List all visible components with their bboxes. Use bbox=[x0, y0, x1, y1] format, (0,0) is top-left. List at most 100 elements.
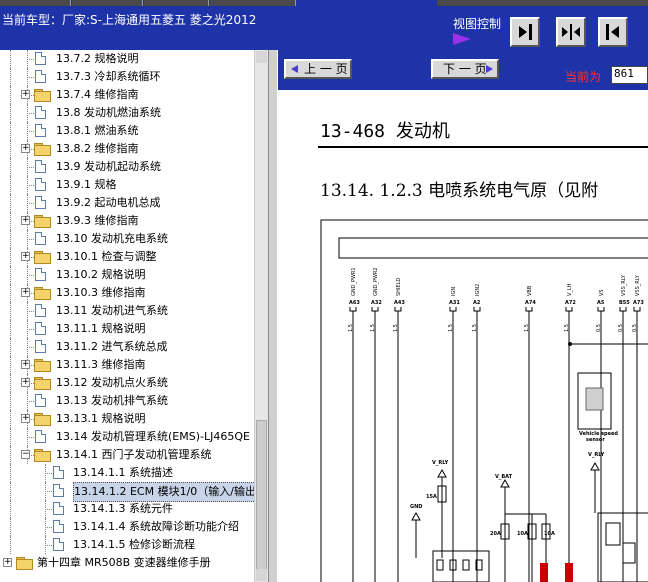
view-split-button[interactable] bbox=[556, 17, 586, 47]
pane-splitter[interactable] bbox=[268, 50, 278, 582]
page-icon bbox=[35, 178, 46, 191]
pin-signal-label: SHIELD bbox=[396, 278, 402, 296]
wire-gauge-label: 1.5 bbox=[348, 324, 354, 332]
page-icon bbox=[53, 502, 64, 515]
next-page-button[interactable]: 下 一 页 bbox=[431, 59, 499, 79]
tree-item[interactable]: 13.9 发动机起动系统 bbox=[0, 158, 254, 176]
expand-icon[interactable]: + bbox=[3, 558, 12, 567]
tree-item[interactable]: 13.10.2 规格说明 bbox=[0, 266, 254, 284]
tree-guide-line bbox=[10, 518, 11, 536]
connector-pin bbox=[436, 559, 444, 571]
menu-strip bbox=[72, 0, 143, 6]
pin-code-label: A63 bbox=[349, 300, 360, 306]
tree-item[interactable]: 13.8 发动机燃油系统 bbox=[0, 104, 254, 122]
view-expand-right-button[interactable] bbox=[598, 17, 628, 47]
scroll-thumb[interactable] bbox=[256, 420, 267, 575]
tree-item[interactable]: +13.9.3 维修指南 bbox=[0, 212, 254, 230]
page-header: 13-468 发动机 bbox=[320, 121, 450, 142]
tree-item[interactable]: 13.14.1.4 系统故障诊断功能介绍 bbox=[0, 518, 254, 536]
v-bat-label: V_BAT bbox=[495, 474, 513, 480]
expand-icon[interactable]: + bbox=[21, 378, 30, 387]
folder-icon bbox=[34, 413, 51, 426]
tree-item[interactable]: 13.13 发动机排气系统 bbox=[0, 392, 254, 410]
expand-icon[interactable]: + bbox=[21, 414, 30, 423]
tree-scrollbar[interactable] bbox=[254, 50, 269, 582]
tree-item-label: 13.14.1.1 系统描述 bbox=[73, 466, 173, 479]
scroll-up-arrow[interactable] bbox=[256, 51, 267, 63]
page-nav-bar: 上 一 页 下 一 页 当前为 861 bbox=[278, 50, 648, 90]
expand-icon[interactable]: + bbox=[21, 90, 30, 99]
tree-item-label: 13.11.2 进气系统总成 bbox=[56, 340, 168, 353]
tree-item[interactable]: 13.7.2 规格说明 bbox=[0, 50, 254, 68]
tree-item[interactable]: 13.11 发动机进气系统 bbox=[0, 302, 254, 320]
tree-item-label: 13.9.2 起动电机总成 bbox=[56, 196, 161, 209]
tree-guide-line bbox=[45, 527, 52, 528]
scroll-down-arrow[interactable] bbox=[256, 569, 267, 581]
tree-item[interactable]: +13.7.4 维修指南 bbox=[0, 86, 254, 104]
expand-icon[interactable]: + bbox=[21, 216, 30, 225]
relay-coil bbox=[605, 522, 621, 546]
tree-item[interactable]: 13.7.3 冷却系统循环 bbox=[0, 68, 254, 86]
folder-icon bbox=[34, 251, 51, 264]
wire-gauge-label: 1.5 bbox=[370, 324, 376, 332]
bottom-connector bbox=[432, 550, 490, 582]
pin-terminal bbox=[633, 307, 641, 312]
pin-signal-label: VS bbox=[599, 289, 605, 296]
folder-icon bbox=[34, 143, 51, 156]
tree-item[interactable]: 13.9.2 起动电机总成 bbox=[0, 194, 254, 212]
view-control-arrow-icon[interactable] bbox=[453, 33, 471, 45]
page-icon bbox=[35, 52, 46, 65]
red-wire-marker bbox=[565, 563, 573, 582]
page-icon bbox=[35, 304, 46, 317]
tree-guide-line bbox=[10, 140, 11, 158]
tree-guide-line bbox=[10, 284, 11, 302]
next-page-label: 下 一 页 bbox=[443, 62, 487, 76]
tree-guide-line bbox=[10, 374, 11, 392]
view-expand-left-button[interactable] bbox=[510, 17, 540, 47]
prev-page-button[interactable]: 上 一 页 bbox=[284, 59, 352, 79]
tree-item[interactable]: 13.9.1 规格 bbox=[0, 176, 254, 194]
tree-item[interactable]: 13.11.1 规格说明 bbox=[0, 320, 254, 338]
tree-item[interactable]: 13.14.1.1 系统描述 bbox=[0, 464, 254, 482]
pin-code-label: A32 bbox=[371, 300, 382, 306]
tree-guide-line bbox=[27, 77, 34, 78]
current-page-input[interactable]: 861 bbox=[611, 66, 648, 84]
tree-item[interactable]: +13.13.1 规格说明 bbox=[0, 410, 254, 428]
tree-item[interactable]: +13.8.2 维修指南 bbox=[0, 140, 254, 158]
tree-item-label: 第十四章 MR508B 变速器维修手册 bbox=[37, 556, 211, 569]
pin-code-label: A73 bbox=[633, 300, 644, 306]
red-wire-marker bbox=[540, 563, 548, 582]
pin-terminal bbox=[565, 307, 573, 312]
tree-item[interactable]: 13.10 发动机充电系统 bbox=[0, 230, 254, 248]
tree-item[interactable]: 13.14 发动机管理系统(EMS)-LJ465QE bbox=[0, 428, 254, 446]
tree-guide-line bbox=[10, 482, 11, 500]
tree-item[interactable]: +13.10.1 检查与调整 bbox=[0, 248, 254, 266]
page-icon bbox=[35, 106, 46, 119]
expand-icon[interactable]: + bbox=[21, 360, 30, 369]
expand-icon[interactable]: + bbox=[21, 144, 30, 153]
expand-icon[interactable]: + bbox=[21, 252, 30, 261]
v-rly-right-arrow bbox=[590, 461, 600, 471]
page-icon bbox=[35, 394, 46, 407]
wire-gauge-label: 0.5 bbox=[618, 324, 624, 332]
tree-item[interactable]: +13.12 发动机点火系统 bbox=[0, 374, 254, 392]
connector-pin bbox=[462, 559, 470, 571]
tree-item[interactable]: 13.14.1.3 系统元件 bbox=[0, 500, 254, 518]
tree-item[interactable]: 13.14.1.2 ECM 模块1/0（输入/输出） bbox=[0, 482, 268, 502]
pin-code-label: A72 bbox=[565, 300, 576, 306]
tree-item[interactable]: 13.11.2 进气系统总成 bbox=[0, 338, 254, 356]
tree-item[interactable]: − 13.14.1 西门子发动机管理系统 bbox=[0, 446, 254, 464]
tree-item[interactable]: + 第十四章 MR508B 变速器维修手册 bbox=[0, 554, 254, 572]
pin-code-label: A31 bbox=[449, 300, 460, 306]
tree-item[interactable]: +13.10.3 维修指南 bbox=[0, 284, 254, 302]
page-icon bbox=[53, 538, 64, 551]
prev-page-label: 上 一 页 bbox=[304, 62, 348, 76]
tree-item-label: 13.7.2 规格说明 bbox=[56, 52, 139, 65]
pin-code-label: A43 bbox=[394, 300, 405, 306]
tree-item[interactable]: 13.8.1 燃油系统 bbox=[0, 122, 254, 140]
tree-item[interactable]: +13.11.3 维修指南 bbox=[0, 356, 254, 374]
folder-icon bbox=[16, 557, 33, 570]
expand-icon[interactable]: + bbox=[21, 288, 30, 297]
tree-item[interactable]: 13.14.1.5 检修诊断流程 bbox=[0, 536, 254, 554]
collapse-icon[interactable]: − bbox=[21, 450, 30, 459]
